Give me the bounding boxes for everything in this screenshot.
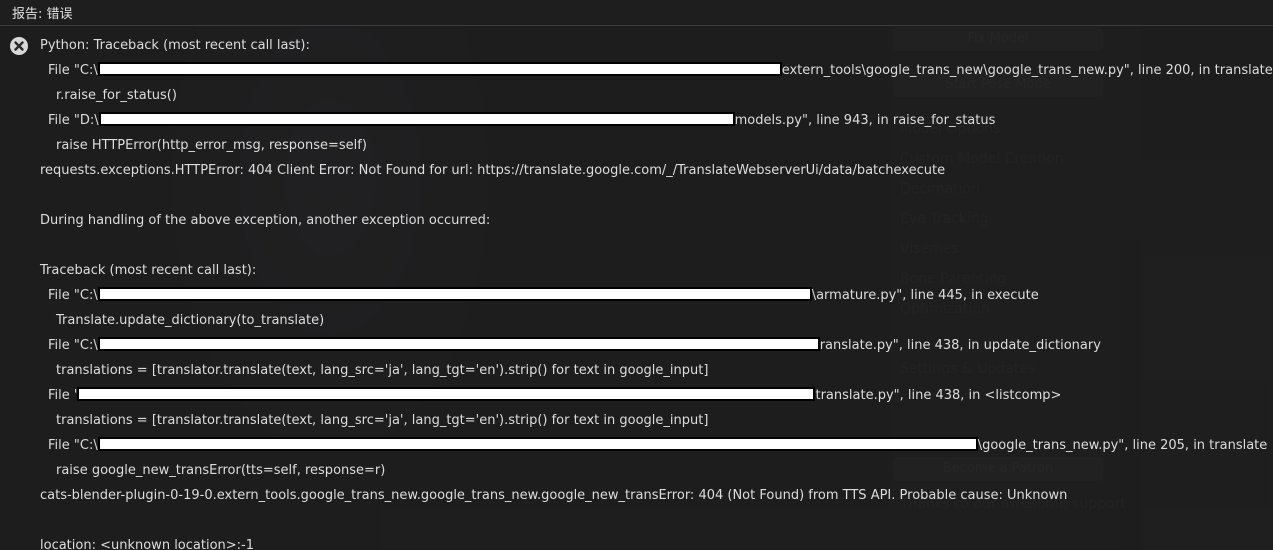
- report-header: 报告: 错误: [0, 0, 1273, 26]
- traceback-line: File "C:\ \google_trans_new.py", line 205…: [48, 437, 1268, 453]
- traceback-line: Python: Traceback (most recent call last…: [40, 38, 310, 53]
- redaction-bar: [97, 62, 782, 76]
- redaction-bar: [97, 437, 978, 451]
- redaction-bar: [77, 387, 816, 401]
- traceback-line: File "D:\ models.py", line 943, in raise_…: [48, 112, 996, 128]
- traceback-line: File "C:\ \armature.py", line 445, in exe…: [48, 287, 1039, 303]
- traceback-line: File "C:\ ranslate.py", line 438, in upda…: [48, 337, 1101, 353]
- redaction-bar: [97, 287, 812, 301]
- traceback-text: Python: Traceback (most recent call last…: [40, 35, 1273, 550]
- report-title: 报告: 错误: [12, 7, 73, 22]
- error-x-circle-icon: [10, 37, 28, 55]
- traceback-line: translations = [translator.translate(tex…: [56, 363, 709, 378]
- blender-window: Fix Model Start Pose Mode Model Options …: [0, 0, 1273, 550]
- traceback-line: raise HTTPError(http_error_msg, response…: [56, 138, 367, 153]
- traceback-line: File ' translate.py", line 438, in <listc…: [48, 387, 1062, 403]
- traceback-line: location: <unknown location>:-1: [40, 538, 255, 550]
- traceback-line: requests.exceptions.HTTPError: 404 Clien…: [40, 163, 946, 178]
- traceback-line: During handling of the above exception, …: [40, 213, 491, 228]
- traceback-line: raise google_new_transError(tts=self, re…: [56, 463, 386, 478]
- traceback-line: cats-blender-plugin-0-19-0.extern_tools.…: [40, 488, 1068, 503]
- traceback-line: File "C:\ extern_tools\google_trans_new\g…: [48, 62, 1273, 78]
- redaction-bar: [98, 112, 735, 126]
- redaction-bar: [97, 337, 820, 351]
- traceback-line: r.raise_for_status(): [56, 88, 177, 103]
- traceback-line: Translate.update_dictionary(to_translate…: [56, 313, 325, 328]
- traceback-line: Traceback (most recent call last):: [40, 263, 257, 278]
- traceback-line: translations = [translator.translate(tex…: [56, 413, 709, 428]
